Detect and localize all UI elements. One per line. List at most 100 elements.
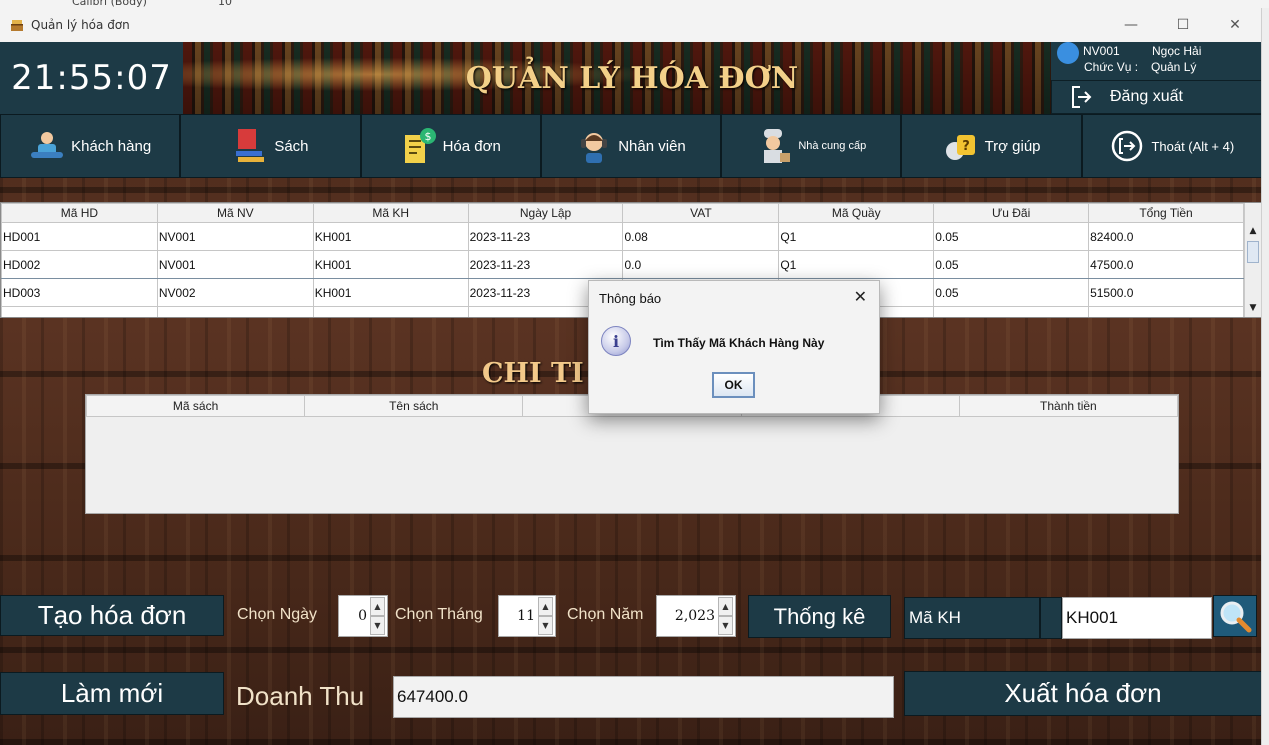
- table-cell: [1088, 306, 1244, 317]
- table-row[interactable]: HD001 NV001 KH001 2023-11-23 0.08 Q1 0.0…: [1, 222, 1244, 251]
- banner: QUẢN LÝ HÓA ĐƠN: [183, 42, 1051, 114]
- year-spinner[interactable]: 2,023 ▲ ▼: [656, 595, 736, 637]
- statistics-button[interactable]: Thống kê: [748, 595, 891, 638]
- app-window: Quản lý hóa đơn — ☐ ✕ 21:55:07 QUẢN LÝ H…: [0, 8, 1262, 745]
- nav-label: Thoát (Alt + 4): [1151, 138, 1235, 154]
- table-cell: [156, 306, 314, 317]
- page-title: QUẢN LÝ HÓA ĐƠN: [465, 60, 799, 96]
- table-scrollbar[interactable]: ▲ ▼: [1244, 203, 1261, 317]
- revenue-value: 647400.0: [393, 676, 894, 718]
- table-cell: 0.05: [933, 278, 1090, 307]
- svg-text:?: ?: [962, 139, 970, 154]
- search-button[interactable]: [1213, 595, 1257, 637]
- host-app-strip: Calibri (Body) 10: [0, 0, 1269, 8]
- employee-icon: [576, 127, 612, 165]
- column-header[interactable]: Mã HD: [1, 203, 158, 223]
- nav-label: Nhà cung cấp: [798, 140, 867, 152]
- column-header[interactable]: Ưu Đãi: [933, 203, 1090, 223]
- detail-title: CHI TI: [482, 358, 584, 389]
- spinner-down-icon[interactable]: ▼: [718, 616, 733, 635]
- help-icon: ?: [943, 127, 979, 165]
- column-header[interactable]: Mã Quầy: [778, 203, 935, 223]
- logout-button[interactable]: Đăng xuất: [1051, 80, 1261, 114]
- table-cell: KH001: [312, 278, 469, 307]
- table-cell: NV001: [156, 222, 314, 251]
- scroll-thumb[interactable]: [1247, 241, 1259, 263]
- column-header[interactable]: Mã KH: [312, 203, 469, 223]
- column-header[interactable]: VAT: [622, 203, 780, 223]
- dialog-close-icon[interactable]: ✕: [854, 287, 867, 306]
- spinner-down-icon[interactable]: ▼: [538, 616, 553, 635]
- table-cell: 0.0: [622, 250, 780, 279]
- nav-employees[interactable]: Nhân viên: [540, 114, 722, 178]
- scroll-up-icon[interactable]: ▲: [1245, 223, 1261, 239]
- maximize-icon[interactable]: ☐: [1158, 8, 1208, 42]
- table-cell: 51500.0: [1088, 278, 1244, 307]
- month-value: 11: [517, 608, 535, 624]
- table-cell: Q1: [778, 250, 935, 279]
- column-header[interactable]: Tên sách: [304, 395, 524, 417]
- column-header[interactable]: Tổng Tiền: [1088, 203, 1244, 223]
- table-cell: 0.05: [933, 250, 1090, 279]
- desktop-edge: [1262, 8, 1269, 745]
- supplier-icon: [756, 127, 792, 165]
- year-value: 2,023: [674, 608, 715, 624]
- table-cell: NV002: [156, 278, 314, 307]
- column-header[interactable]: Mã sách: [86, 395, 306, 417]
- role-value: Quản Lý: [1151, 60, 1197, 74]
- table-cell: 82400.0: [1088, 222, 1244, 251]
- spinner-up-icon[interactable]: ▲: [370, 597, 385, 616]
- table-cell: HD001: [1, 222, 158, 251]
- nav-exit[interactable]: Thoát (Alt + 4): [1081, 114, 1261, 178]
- nav-suppliers[interactable]: Nhà cung cấp: [721, 114, 902, 178]
- logout-label: Đăng xuất: [1110, 88, 1183, 105]
- message-dialog: Thông báo ✕ i Tìm Thấy Mã Khách Hàng Này…: [588, 280, 880, 414]
- logout-icon: [1072, 86, 1092, 108]
- books-icon: [232, 127, 268, 165]
- user-id: NV001: [1083, 44, 1120, 58]
- info-icon: i: [601, 326, 631, 356]
- day-label: Chọn Ngày: [237, 606, 318, 623]
- table-cell: 2023-11-23: [467, 222, 624, 251]
- host-font-size: 10: [218, 0, 232, 8]
- column-header[interactable]: Thành tiền: [958, 395, 1178, 417]
- create-invoice-button[interactable]: Tạo hóa đơn: [0, 595, 224, 636]
- nav-books[interactable]: Sách: [180, 114, 361, 178]
- nav-help[interactable]: ? Trợ giúp: [901, 114, 1082, 178]
- month-spinner[interactable]: 11 ▲ ▼: [498, 595, 556, 637]
- column-header[interactable]: Mã NV: [156, 203, 314, 223]
- spinner-up-icon[interactable]: ▲: [538, 597, 553, 616]
- nav-invoices[interactable]: $ Hóa đơn: [360, 114, 541, 178]
- invoice-icon: $: [401, 127, 437, 165]
- customer-icon: [29, 127, 65, 165]
- day-spinner[interactable]: 0 ▲ ▼: [338, 595, 388, 637]
- dialog-title: Thông báo: [599, 291, 662, 306]
- table-cell: Q1: [778, 222, 935, 251]
- table-row[interactable]: HD002 NV001 KH001 2023-11-23 0.0 Q1 0.05…: [1, 250, 1244, 279]
- spinner-up-icon[interactable]: ▲: [718, 597, 733, 616]
- day-value: 0: [358, 608, 367, 624]
- ok-button[interactable]: OK: [712, 372, 755, 398]
- main-nav: Khách hàng Sách $ Hóa đơn Nhân viên Nhà …: [0, 114, 1261, 178]
- customer-code-input[interactable]: KH001: [1062, 597, 1212, 639]
- table-cell: HD002: [1, 250, 158, 279]
- nav-label: Hóa đơn: [442, 137, 501, 155]
- role-label: Chức Vụ :: [1084, 60, 1139, 74]
- scroll-down-icon[interactable]: ▼: [1245, 300, 1261, 316]
- refresh-button[interactable]: Làm mới: [0, 672, 224, 715]
- window-title: Quản lý hóa đơn: [31, 18, 130, 32]
- table-cell: 47500.0: [1088, 250, 1244, 279]
- table-cell: HD003: [1, 278, 158, 307]
- exit-icon: [1109, 127, 1145, 165]
- revenue-label: Doanh Thu: [236, 681, 365, 711]
- minimize-icon[interactable]: —: [1106, 8, 1156, 42]
- nav-label: Sách: [274, 137, 309, 155]
- clock-display: 21:55:07: [0, 42, 183, 114]
- nav-label: Trợ giúp: [984, 137, 1041, 155]
- export-invoice-button[interactable]: Xuất hóa đơn: [904, 671, 1261, 716]
- column-header[interactable]: Ngày Lập: [467, 203, 624, 223]
- svg-text:$: $: [424, 130, 431, 143]
- close-icon[interactable]: ✕: [1210, 8, 1260, 42]
- nav-customers[interactable]: Khách hàng: [0, 114, 181, 178]
- spinner-down-icon[interactable]: ▼: [370, 616, 385, 635]
